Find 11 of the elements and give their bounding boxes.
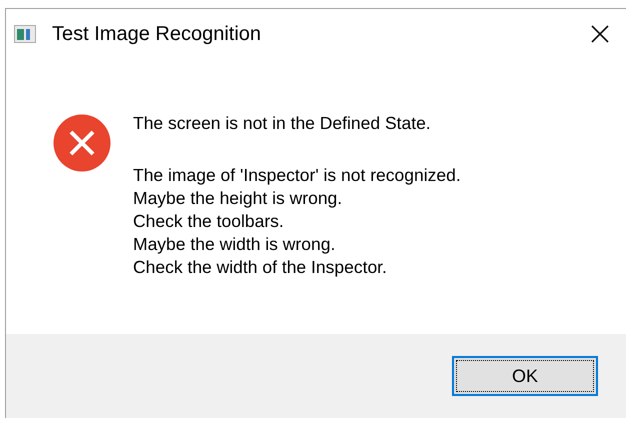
message-line: Check the width of the Inspector.	[133, 256, 388, 279]
app-icon	[14, 25, 36, 43]
message-line: Maybe the height is wrong.	[133, 187, 344, 210]
message-heading: The screen is not in the Defined State.	[133, 112, 432, 135]
message-line: The image of 'Inspector' is not recognized.	[133, 164, 461, 187]
message-line: Maybe the width is wrong.	[133, 233, 336, 256]
ok-button[interactable]: OK	[452, 356, 598, 396]
window-title: Test Image Recognition	[52, 22, 262, 47]
message-line: Check the toolbars.	[133, 210, 285, 233]
error-icon	[53, 114, 111, 172]
close-icon	[590, 24, 610, 44]
